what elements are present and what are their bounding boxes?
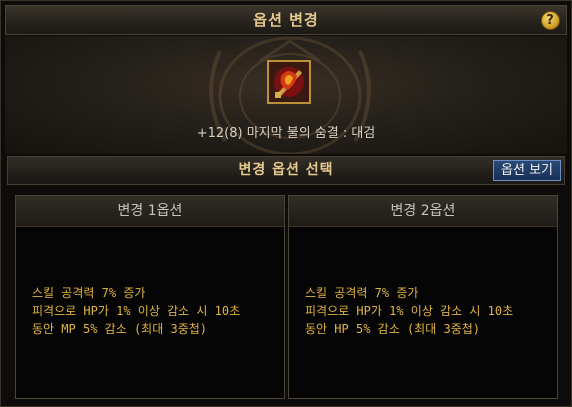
section-title: 변경 옵션 선택 — [238, 162, 334, 178]
option-panel-1[interactable]: 변경 1옵션 스킬 공격력 7% 증가 피격으로 HP가 1% 이상 감소 시 … — [15, 195, 285, 399]
window-title: 옵션 변경 — [253, 11, 319, 29]
item-slot[interactable] — [267, 60, 311, 104]
option-line: 피격으로 HP가 1% 이상 감소 시 10초 — [305, 304, 514, 318]
option-line: 피격으로 HP가 1% 이상 감소 시 10초 — [32, 304, 241, 318]
option-line: 스킬 공격력 7% 증가 — [305, 286, 419, 300]
option-line: 동안 HP 5% 감소 (최대 3중첩) — [305, 322, 481, 336]
option-description: 스킬 공격력 7% 증가 피격으로 HP가 1% 이상 감소 시 10초 동안 … — [32, 284, 278, 338]
window-title-bar: 옵션 변경 ? — [5, 5, 567, 35]
option-panel-2[interactable]: 변경 2옵션 스킬 공격력 7% 증가 피격으로 HP가 1% 이상 감소 시 … — [288, 195, 558, 399]
item-display-area: +12(8) 마지막 불의 숨결 : 대검 — [5, 36, 567, 154]
flame-sword-item-icon — [269, 62, 309, 102]
option-select-header: 변경 옵션 선택 옵션 보기 — [7, 156, 565, 185]
item-name: +12(8) 마지막 불의 숨결 : 대검 — [196, 126, 376, 141]
option-change-window: 옵션 변경 ? +12(8) 마지막 불의 숨결 : 대검 변경 옵션 선택 옵… — [0, 0, 572, 407]
help-button[interactable]: ? — [541, 11, 560, 30]
option-line: 동안 MP 5% 감소 (최대 3중첩) — [32, 322, 208, 336]
option-description: 스킬 공격력 7% 증가 피격으로 HP가 1% 이상 감소 시 10초 동안 … — [305, 284, 551, 338]
view-options-button[interactable]: 옵션 보기 — [493, 160, 561, 181]
option-panel-title: 변경 2옵션 — [289, 196, 557, 227]
option-line: 스킬 공격력 7% 증가 — [32, 286, 146, 300]
option-panel-title: 변경 1옵션 — [16, 196, 284, 227]
